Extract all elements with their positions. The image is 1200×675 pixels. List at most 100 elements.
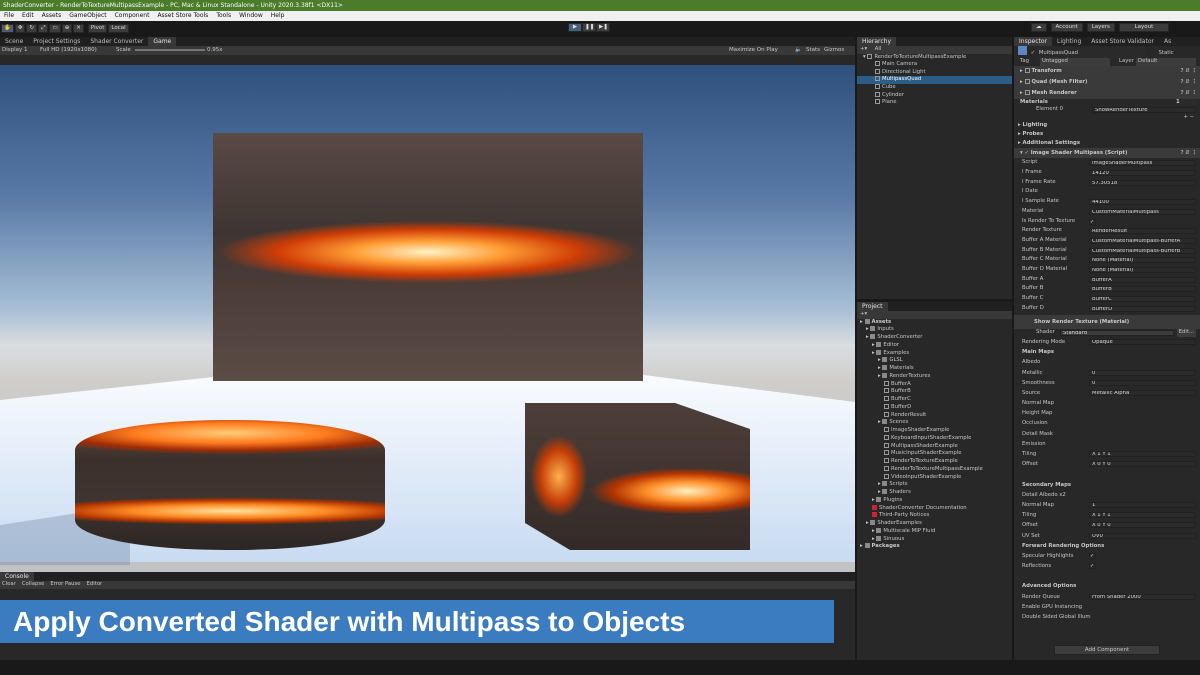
material-property-field[interactable]: 1	[1089, 501, 1196, 508]
property-field[interactable]: 57.30518	[1089, 179, 1196, 186]
project-item[interactable]: ImageShaderExample	[857, 427, 1012, 435]
hierarchy-item[interactable]: MultipassQuad	[857, 76, 1012, 84]
material-property-field[interactable]: Opaque	[1089, 338, 1196, 345]
materials-foldout[interactable]: Materials 1	[1014, 98, 1200, 107]
property-field[interactable]: BufferB	[1089, 286, 1196, 293]
hierarchy-item[interactable]: Plane	[857, 99, 1012, 107]
rotate-tool-button[interactable]: ↻	[26, 23, 38, 33]
edit-shader-button[interactable]: Edit...	[1176, 329, 1196, 337]
project-item[interactable]: ▸ Editor	[857, 341, 1012, 350]
play-button[interactable]: ▶	[568, 23, 582, 32]
menu-edit[interactable]: Edit	[18, 11, 38, 21]
project-item[interactable]: ▸ Inputs	[857, 326, 1012, 334]
property-field[interactable]: 14120	[1089, 170, 1196, 177]
component-header[interactable]: ▸ Transform? ⇵ ⋮	[1014, 66, 1200, 77]
pause-button[interactable]: ❚❚	[582, 23, 596, 32]
static-toggle[interactable]: Static	[1159, 50, 1174, 56]
element0-field[interactable]: ShowRenderTexture	[1092, 107, 1196, 114]
active-checkbox[interactable]: ✓	[1031, 50, 1035, 56]
section-foldout[interactable]: ▸ Lighting	[1014, 121, 1200, 130]
tab-shader-converter[interactable]: Shader Converter	[85, 37, 148, 46]
material-property-field[interactable]: ✓	[1089, 552, 1096, 559]
component-menu-icon[interactable]: ? ⇵ ⋮	[1181, 66, 1198, 77]
layer-dropdown[interactable]: Default	[1136, 58, 1196, 66]
project-item[interactable]: ▸ Plugins	[857, 496, 1012, 505]
hand-tool-button[interactable]: ✋	[1, 23, 14, 33]
menu-assets[interactable]: Assets	[38, 11, 66, 21]
scale-slider[interactable]	[135, 49, 205, 51]
menu-help[interactable]: Help	[267, 11, 289, 21]
menu-file[interactable]: File	[0, 11, 18, 21]
scale-tool-button[interactable]: ⤢	[38, 23, 49, 33]
tab-game[interactable]: Game	[148, 37, 177, 46]
add-component-button[interactable]: Add Component	[1054, 645, 1160, 655]
script-component-header[interactable]: ▾ ✓ Image Shader Multipass (Script)? ⇵ ⋮	[1014, 148, 1200, 159]
component-header[interactable]: ▸ Quad (Mesh Filter)? ⇵ ⋮	[1014, 77, 1200, 88]
hierarchy-item[interactable]: Cube	[857, 83, 1012, 92]
console-clear-button[interactable]: Clear	[2, 581, 16, 587]
project-item[interactable]: ▸ Sinuous	[857, 535, 1012, 544]
section-foldout[interactable]: ▸ Probes	[1014, 130, 1200, 139]
property-field[interactable]: BufferC	[1089, 296, 1196, 302]
property-field[interactable]: None (Material)	[1089, 266, 1196, 273]
property-field[interactable]: RenderResult	[1089, 228, 1196, 235]
maximize-toggle[interactable]: Maximize On Play	[729, 46, 778, 55]
property-field[interactable]: ✓	[1089, 218, 1096, 225]
project-item[interactable]: BufferA	[857, 380, 1012, 389]
menu-component[interactable]: Component	[111, 11, 154, 21]
menu-gameobject[interactable]: GameObject	[65, 11, 110, 21]
tab-as[interactable]: As	[1159, 37, 1176, 46]
project-item[interactable]: RenderToTextureExample	[857, 458, 1012, 466]
material-property-field[interactable]: X 0 Y 0	[1089, 522, 1196, 529]
material-property-field[interactable]: ✓	[1089, 563, 1096, 570]
move-tool-button[interactable]: ✥	[14, 23, 26, 33]
component-header[interactable]: ▸ Mesh Renderer? ⇵ ⋮	[1014, 88, 1200, 99]
console-editor-button[interactable]: Editor	[87, 581, 103, 587]
tab-scene[interactable]: Scene	[0, 37, 28, 46]
property-field[interactable]: BufferD	[1089, 305, 1196, 312]
hierarchy-item[interactable]: Cylinder	[857, 91, 1012, 100]
display-dropdown[interactable]: Display 1	[2, 46, 28, 55]
project-item[interactable]: ShaderConverter Documentation	[857, 504, 1012, 513]
menu-asset-store-tools[interactable]: Asset Store Tools	[153, 11, 212, 21]
layers-dropdown[interactable]: Layers	[1086, 23, 1115, 32]
component-menu-icon[interactable]: ? ⇵ ⋮	[1181, 77, 1198, 88]
console-tab[interactable]: Console	[0, 572, 34, 581]
shader-dropdown[interactable]: Standard	[1060, 330, 1174, 337]
pivot-toggle[interactable]: Pivot	[87, 23, 108, 33]
project-item[interactable]: BufferC	[857, 396, 1012, 404]
cloud-icon[interactable]: ☁	[1031, 23, 1047, 32]
project-item[interactable]: ▸ ShaderExamples	[857, 520, 1012, 528]
game-viewport[interactable]	[0, 65, 855, 595]
rect-tool-button[interactable]: ▭	[49, 23, 61, 33]
mute-icon[interactable]: 🔈	[795, 46, 802, 55]
project-item[interactable]: ▸ Assets	[857, 318, 1012, 327]
project-item[interactable]: ▸ RenderTextures	[857, 372, 1012, 381]
scene-root[interactable]: ▾ RenderToTextureMultipassExample	[857, 53, 1012, 62]
hierarchy-tab[interactable]: Hierarchy	[857, 37, 897, 46]
project-item[interactable]: RenderResult	[857, 411, 1012, 420]
hierarchy-item[interactable]: Main Camera	[857, 61, 1012, 69]
project-item[interactable]: KeyboardInputShaderExample	[857, 434, 1012, 443]
material-property-field[interactable]: From Shader 2000	[1089, 593, 1196, 600]
gizmos-toggle[interactable]: Gizmos	[824, 46, 844, 55]
project-item[interactable]: BufferB	[857, 388, 1012, 396]
project-item[interactable]: VideoInputShaderExample	[857, 473, 1012, 482]
section-foldout[interactable]: ▸ Additional Settings	[1014, 139, 1200, 148]
property-field[interactable]: CustomMaterialMultipass	[1089, 208, 1196, 215]
console-error-pause-button[interactable]: Error Pause	[50, 581, 80, 587]
local-toggle[interactable]: Local	[108, 23, 129, 33]
tab-asset-store-validator[interactable]: Asset Store Validator	[1086, 37, 1159, 46]
custom-tool-button[interactable]: ✕	[73, 23, 84, 33]
tab-project-settings[interactable]: Project Settings	[28, 37, 85, 46]
project-item[interactable]: ▸ Shaders	[857, 489, 1012, 497]
hierarchy-search[interactable]: +▾ All	[857, 46, 1012, 54]
component-menu-icon[interactable]: ? ⇵ ⋮	[1181, 88, 1198, 99]
project-item[interactable]: ▸ Scenes	[857, 419, 1012, 427]
tab-lighting[interactable]: Lighting	[1052, 37, 1086, 46]
project-item[interactable]: ▸ Materials	[857, 365, 1012, 373]
property-field[interactable]: 44100	[1089, 199, 1196, 206]
console-collapse-button[interactable]: Collapse	[22, 581, 45, 587]
material-property-field[interactable]: X 0 Y 0	[1089, 461, 1196, 468]
material-property-field[interactable]: X 1 Y 1	[1089, 451, 1196, 458]
